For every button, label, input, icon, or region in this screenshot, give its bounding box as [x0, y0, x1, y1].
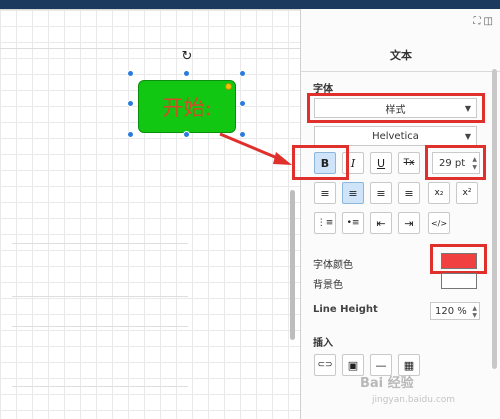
fit-icon[interactable]: ⛶ — [474, 16, 484, 27]
outdent-button[interactable]: ⇤ — [370, 212, 392, 234]
clear-format-icon: Tx — [403, 158, 415, 168]
canvas-top-divider — [0, 48, 300, 49]
panel-scrollbar[interactable] — [491, 49, 498, 419]
resize-handle-n[interactable] — [183, 70, 190, 77]
resize-handle-e[interactable] — [239, 100, 246, 107]
numbered-list-icon: ⋮≡ — [316, 218, 334, 228]
line-height-input[interactable]: 120 % ▲ ▼ — [430, 302, 480, 320]
start-shape-label[interactable]: 开始: — [162, 92, 211, 122]
panel-title-underline — [301, 71, 500, 72]
app-top-bar — [0, 0, 500, 9]
bg-color-swatch[interactable] — [441, 273, 477, 289]
divider — [12, 243, 188, 244]
bulleted-list-button[interactable]: •≡ — [342, 212, 364, 234]
highlight-box-font-color — [430, 244, 487, 274]
resize-handle-sw[interactable] — [127, 131, 134, 138]
line-height-label: Line Height — [313, 304, 378, 315]
bulleted-list-icon: •≡ — [346, 218, 360, 228]
bg-color-label: 背景色 — [313, 280, 343, 291]
horizontal-rule-icon: — — [375, 358, 387, 372]
subscript-button[interactable]: x₂ — [428, 182, 450, 204]
resize-handle-w[interactable] — [127, 100, 134, 107]
numbered-list-button[interactable]: ⋮≡ — [314, 212, 336, 234]
resize-handle-s[interactable] — [183, 131, 190, 138]
divider — [12, 326, 188, 327]
highlight-box-style — [307, 93, 485, 123]
indent-button[interactable]: ⇥ — [398, 212, 420, 234]
insert-section-label: 插入 — [313, 338, 333, 349]
watermark-url: jingyan.baidu.com — [372, 395, 456, 405]
resize-handle-ne[interactable] — [239, 70, 246, 77]
align-center-button[interactable]: ≡ — [342, 182, 364, 204]
start-shape[interactable]: 开始: — [138, 80, 236, 133]
panel-scrollbar-thumb[interactable] — [492, 69, 497, 369]
clear-format-button[interactable]: Tx — [398, 152, 420, 174]
chevron-down-icon: ▼ — [464, 132, 471, 141]
font-family-select[interactable]: Helvetica ▼ — [314, 126, 477, 146]
align-right-icon: ≡ — [376, 186, 386, 200]
underline-button[interactable]: U — [370, 152, 392, 174]
font-color-label: 字体颜色 — [313, 260, 353, 271]
table-icon: ▦ — [403, 358, 415, 372]
panel-icon[interactable]: ◫ — [484, 16, 496, 27]
align-center-icon: ≡ — [348, 186, 358, 200]
superscript-icon: x² — [462, 188, 472, 198]
superscript-button[interactable]: x² — [456, 182, 478, 204]
annotation-arrow — [219, 132, 292, 165]
watermark-logo: Bai 经验 — [360, 376, 414, 391]
highlight-box-font-size — [425, 145, 486, 180]
rotate-handle-icon[interactable]: ↻ — [180, 50, 194, 64]
align-left-icon: ≡ — [320, 186, 330, 200]
diagram-canvas[interactable] — [0, 9, 300, 419]
image-icon: ▣ — [347, 358, 359, 372]
underline-icon: U — [376, 156, 386, 170]
line-height-value: 120 % — [435, 305, 467, 317]
spin-down-icon[interactable]: ▼ — [472, 312, 477, 319]
spin-up-icon[interactable]: ▲ — [472, 305, 477, 312]
font-family-value: Helvetica — [372, 130, 419, 142]
html-mode-button[interactable]: </> — [428, 212, 450, 234]
panel-toggle-icons[interactable]: ⛶◫ — [474, 16, 496, 27]
align-right-button[interactable]: ≡ — [370, 182, 392, 204]
justify-button[interactable]: ≡ — [398, 182, 420, 204]
resize-handle-nw[interactable] — [127, 70, 134, 77]
outdent-icon: ⇤ — [376, 216, 386, 230]
panel-title[interactable]: 文本 — [301, 47, 500, 63]
link-icon: ⊂⊃ — [317, 360, 333, 370]
indent-icon: ⇥ — [404, 216, 414, 230]
divider — [12, 296, 188, 297]
canvas-scrollbar[interactable] — [290, 190, 295, 340]
corner-radius-handle[interactable] — [225, 83, 232, 90]
justify-icon: ≡ — [404, 186, 414, 200]
code-icon: </> — [430, 218, 448, 228]
italic-icon: I — [350, 156, 356, 170]
highlight-box-bold — [292, 145, 349, 180]
insert-link-button[interactable]: ⊂⊃ — [314, 354, 336, 376]
align-left-button[interactable]: ≡ — [314, 182, 336, 204]
divider — [12, 386, 188, 387]
subscript-icon: x₂ — [434, 188, 444, 198]
